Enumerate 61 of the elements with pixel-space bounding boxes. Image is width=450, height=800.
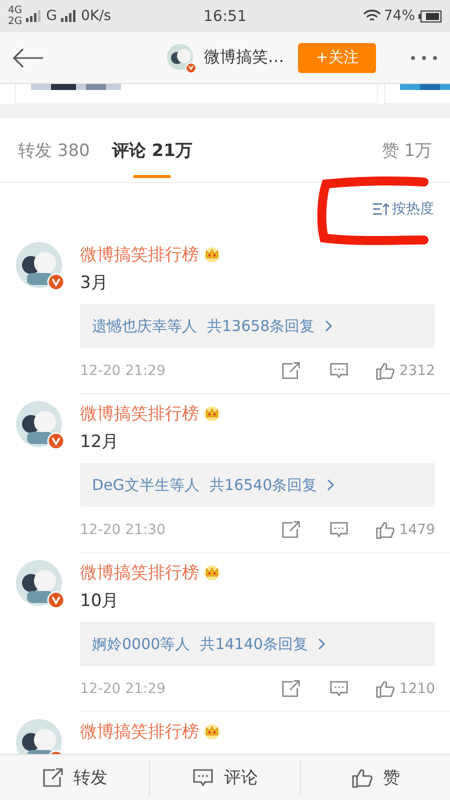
- back-arrow-icon[interactable]: [12, 48, 44, 68]
- crown-icon: [203, 246, 221, 262]
- follow-button[interactable]: +关注: [298, 42, 376, 72]
- replies-link[interactable]: 婀姈0000等人 共14140条回复: [80, 622, 435, 666]
- sort-button[interactable]: 按热度: [373, 200, 434, 218]
- wifi-icon: [362, 9, 381, 23]
- toolbar-button[interactable]: 赞: [300, 760, 450, 796]
- chevron-icon: [324, 320, 333, 332]
- comment-time: 12-20 21:29: [80, 680, 166, 696]
- like-button[interactable]: 2312: [375, 362, 435, 380]
- chevron-icon: [327, 479, 336, 491]
- crown-icon: [203, 405, 221, 421]
- sort-icon: [373, 203, 389, 215]
- avatar: [15, 400, 65, 450]
- comment-icon[interactable]: [329, 362, 350, 380]
- signal-icon: [25, 9, 44, 23]
- toolbar-button[interactable]: 评论: [150, 760, 301, 796]
- account-name: 微博搞笑…: [204, 47, 284, 68]
- author-name[interactable]: 微博搞笑排行榜: [80, 242, 199, 266]
- thumbs-up-icon: [375, 362, 396, 380]
- share-icon[interactable]: [281, 520, 302, 538]
- network-label: 4G: [8, 5, 22, 16]
- author-name[interactable]: 微博搞笑排行榜: [80, 720, 199, 742]
- comment-text: 12月: [80, 431, 120, 453]
- comment-time: 12-20 21:30: [80, 522, 166, 538]
- avatar: [15, 241, 65, 291]
- author-name[interactable]: 微博搞笑排行榜: [80, 560, 199, 584]
- tab[interactable]: 赞 1万: [382, 118, 432, 182]
- avatar: [166, 42, 196, 72]
- comment-text: 10月: [80, 590, 120, 612]
- chevron-icon: [318, 638, 326, 650]
- tab[interactable]: 转发 380: [18, 118, 90, 182]
- thumbs-up-icon: [375, 520, 396, 538]
- crown-icon: [203, 723, 221, 739]
- battery-icon: [418, 10, 442, 22]
- share-icon[interactable]: [281, 680, 302, 698]
- comment-text: 3月: [80, 272, 109, 294]
- comment-icon[interactable]: [329, 520, 350, 538]
- battery-percent: 74%: [384, 8, 416, 24]
- network-speed: 0K/s: [80, 8, 112, 24]
- like-button[interactable]: 1210: [375, 680, 435, 698]
- avatar: [15, 559, 65, 609]
- toolbar-button[interactable]: 转发: [0, 760, 150, 796]
- crown-icon: [203, 564, 221, 580]
- signal-icon: [60, 9, 78, 23]
- network-label: 2G: [8, 16, 22, 27]
- like-button[interactable]: 1479: [375, 520, 435, 538]
- author-name[interactable]: 微博搞笑排行榜: [80, 402, 199, 424]
- thumbs-up-icon: [350, 768, 373, 788]
- comment-time: 12-20 21:29: [80, 362, 166, 378]
- tab[interactable]: 评论 21万: [112, 118, 192, 182]
- share-icon: [42, 768, 64, 788]
- replies-link[interactable]: DeG文半生等人 共16540条回复: [80, 463, 435, 507]
- more-icon[interactable]: [410, 54, 438, 60]
- comment-icon[interactable]: [329, 680, 350, 698]
- share-icon[interactable]: [281, 362, 302, 380]
- network-label: G: [46, 8, 57, 24]
- replies-link[interactable]: 遗憾也庆幸等人 共13658条回复: [80, 304, 435, 348]
- thumbs-up-icon: [375, 680, 396, 698]
- comment-icon: [192, 768, 214, 788]
- clock: 16:51: [203, 7, 247, 25]
